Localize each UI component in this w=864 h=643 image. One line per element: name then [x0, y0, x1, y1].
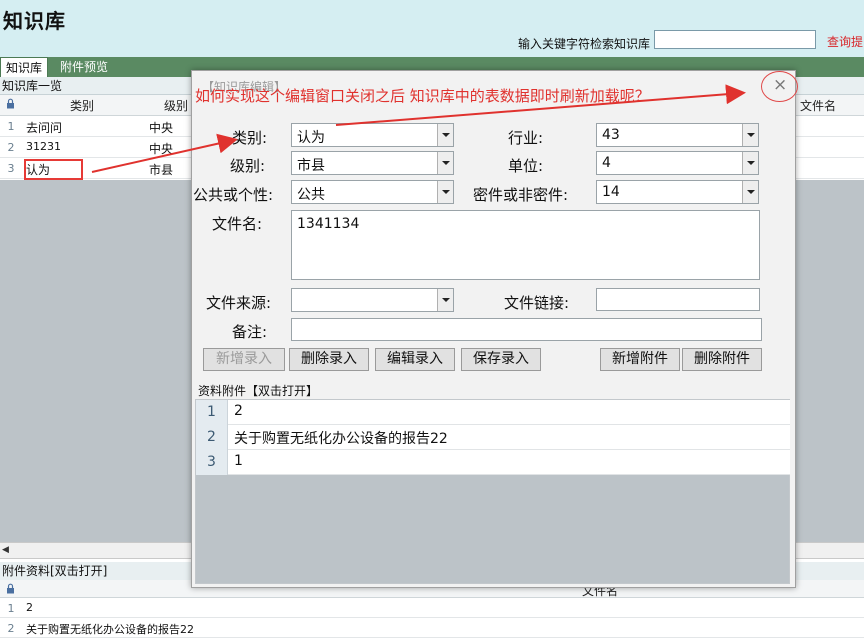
annotation-question: 如何实现这个编辑窗口关闭之后 知识库中的表数据即时刷新加载呢？: [195, 87, 650, 105]
arrow-to-category: [91, 133, 238, 173]
